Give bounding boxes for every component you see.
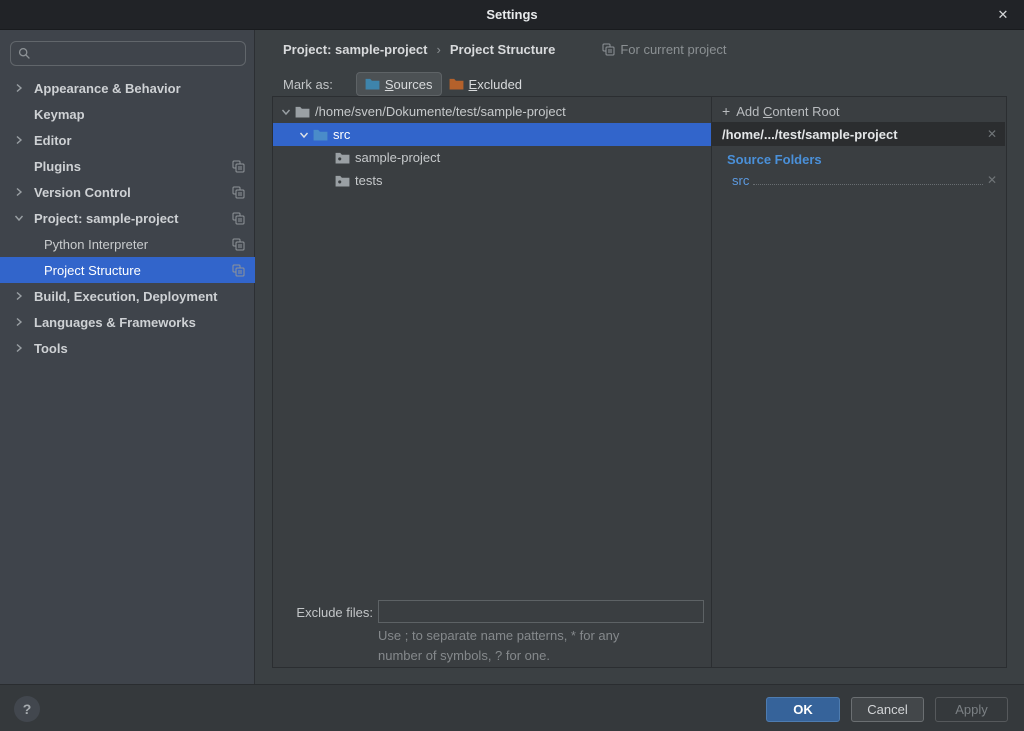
remove-source-folder-icon[interactable]: ✕: [987, 173, 997, 187]
folder-icon: [335, 175, 350, 187]
settings-nav: Appearance & Behavior Keymap Editor Plug…: [0, 75, 255, 361]
search-input[interactable]: [10, 41, 246, 66]
chevron-down-icon[interactable]: [281, 107, 291, 117]
apply-button[interactable]: Apply: [935, 697, 1008, 722]
chevron-right-icon: [14, 317, 24, 327]
exclude-files-input[interactable]: [378, 600, 704, 623]
add-content-root-button[interactable]: + Add Content Root: [712, 100, 1005, 122]
cancel-button[interactable]: Cancel: [851, 697, 924, 722]
search-icon: [18, 47, 31, 60]
directory-tree-panel: /home/sven/Dokumente/test/sample-project…: [272, 96, 712, 668]
close-icon[interactable]: ✕: [990, 0, 1016, 30]
chevron-down-icon[interactable]: [299, 130, 309, 140]
chevron-right-icon: [14, 291, 24, 301]
tree-row-root[interactable]: /home/sven/Dokumente/test/sample-project: [273, 100, 711, 123]
chevron-right-icon: [14, 187, 24, 197]
scope-indicator: For current project: [602, 42, 726, 57]
page-title: Project Structure: [450, 42, 555, 57]
sidebar-item-keymap[interactable]: Keymap: [0, 101, 255, 127]
sidebar-item-tools[interactable]: Tools: [0, 335, 255, 361]
exclude-files-label: Exclude files:: [273, 605, 373, 620]
source-folder-name: src: [732, 173, 749, 188]
mark-as-toolbar: Mark as: Sources Excluded: [283, 72, 527, 96]
breadcrumb-separator: ›: [437, 42, 441, 57]
current-project-icon: [232, 186, 245, 199]
content-root-entry[interactable]: /home/.../test/sample-project ✕: [712, 122, 1005, 146]
dotted-leader: [753, 184, 983, 185]
chevron-right-icon: [14, 343, 24, 353]
source-folders-heading: Source Folders: [727, 152, 822, 167]
current-project-icon: [232, 264, 245, 277]
dialog-footer: ? OK Cancel Apply: [0, 684, 1024, 731]
mark-excluded-button[interactable]: Excluded: [444, 72, 527, 96]
current-project-icon: [232, 160, 245, 173]
folder-icon: [335, 152, 350, 164]
sources-folder-icon: [365, 78, 380, 90]
tree-row-sample-project[interactable]: sample-project: [273, 146, 711, 169]
excluded-folder-icon: [449, 78, 464, 90]
ok-button[interactable]: OK: [766, 697, 840, 722]
source-folder-icon: [313, 129, 328, 141]
chevron-down-icon: [14, 213, 24, 223]
help-button[interactable]: ?: [14, 696, 40, 722]
sidebar-item-appearance[interactable]: Appearance & Behavior: [0, 75, 255, 101]
current-project-icon: [602, 43, 615, 56]
sidebar-item-version-control[interactable]: Version Control: [0, 179, 255, 205]
source-folder-entry[interactable]: src ✕: [712, 169, 1005, 191]
folder-icon: [295, 106, 310, 118]
current-project-icon: [232, 238, 245, 251]
sidebar-item-project[interactable]: Project: sample-project: [0, 205, 255, 231]
tree-row-src[interactable]: src: [273, 123, 711, 146]
sidebar-item-build-execution[interactable]: Build, Execution, Deployment: [0, 283, 255, 309]
mark-as-label: Mark as:: [283, 77, 333, 92]
chevron-right-icon: [14, 135, 24, 145]
breadcrumb-project: Project: sample-project: [283, 42, 428, 57]
current-project-icon: [232, 212, 245, 225]
sidebar-item-plugins[interactable]: Plugins: [0, 153, 255, 179]
tree-row-tests[interactable]: tests: [273, 169, 711, 192]
remove-content-root-icon[interactable]: ✕: [987, 127, 997, 141]
titlebar: Settings ✕: [0, 0, 1024, 30]
settings-sidebar: Appearance & Behavior Keymap Editor Plug…: [0, 30, 255, 684]
window-title: Settings: [486, 7, 537, 22]
sidebar-item-python-interpreter[interactable]: Python Interpreter: [0, 231, 255, 257]
sidebar-item-languages-frameworks[interactable]: Languages & Frameworks: [0, 309, 255, 335]
content-roots-panel: + Add Content Root /home/.../test/sample…: [712, 96, 1007, 668]
sidebar-item-editor[interactable]: Editor: [0, 127, 255, 153]
content-root-path: /home/.../test/sample-project: [722, 127, 898, 142]
chevron-right-icon: [14, 83, 24, 93]
exclude-hint-line1: Use ; to separate name patterns, * for a…: [378, 628, 619, 643]
sidebar-item-project-structure[interactable]: Project Structure: [0, 257, 255, 283]
breadcrumb: Project: sample-project › Project Struct…: [283, 38, 727, 60]
exclude-hint-line2: number of symbols, ? for one.: [378, 648, 550, 663]
plus-icon: +: [722, 103, 730, 119]
mark-sources-button[interactable]: Sources: [356, 72, 442, 96]
